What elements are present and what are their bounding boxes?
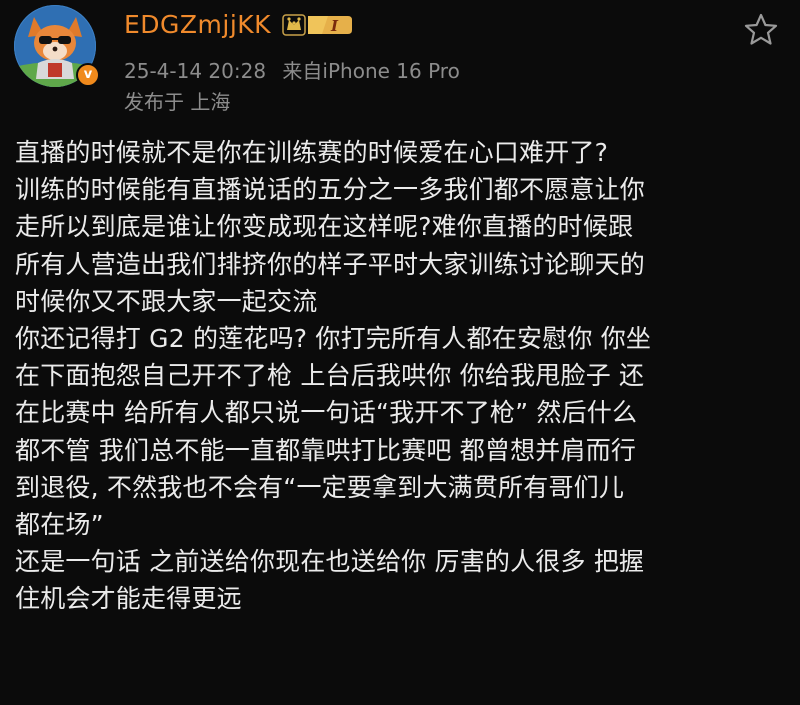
post-text-line: 训练的时候能有直播说话的五分之一多我们都不愿意让你 bbox=[15, 175, 646, 205]
post-text-line: 时候你又不跟大家一起交流 bbox=[15, 286, 318, 316]
post-text-line: 你还记得打 G2 的莲花吗? 你打完所有人都在安慰你 你坐 bbox=[15, 324, 652, 354]
member-level-badge[interactable]: I bbox=[282, 11, 354, 39]
weibo-post: v EDGZmjjKK I 25-4-14 20:28 来自iPhone 16 … bbox=[0, 0, 800, 705]
post-text-line: 住机会才能走得更远 bbox=[15, 584, 242, 614]
post-timestamp: 25-4-14 20:28 bbox=[124, 59, 267, 83]
crown-icon bbox=[282, 14, 306, 36]
post-text-line: 到退役, 不然我也不会有“一定要拿到大满贯所有哥们儿 bbox=[15, 472, 625, 502]
post-meta: 25-4-14 20:28 来自iPhone 16 Pro bbox=[124, 55, 470, 84]
avatar-container[interactable]: v bbox=[14, 5, 100, 91]
verified-badge-icon: v bbox=[76, 63, 100, 87]
member-level-number: I bbox=[330, 17, 339, 35]
post-text-line: 在下面抱怨自己开不了枪 上台后我哄你 你给我甩脸子 还 bbox=[15, 361, 645, 391]
star-outline-icon[interactable] bbox=[743, 12, 779, 48]
username[interactable]: EDGZmjjKK bbox=[124, 10, 271, 39]
post-text-line: 都在场” bbox=[15, 510, 104, 540]
post-text-line: 直播的时候就不是你在训练赛的时候爱在心口难开了? bbox=[15, 138, 609, 167]
post-text-line: 走所以到底是谁让你变成现在这样呢?难你直播的时候跟 bbox=[15, 212, 634, 242]
post-body: 直播的时候就不是你在训练赛的时候爱在心口难开了? 训练的时候能有直播说话的五分之… bbox=[15, 134, 785, 618]
post-text-line: 所有人营造出我们排挤你的样子平时大家训练讨论聊天的 bbox=[15, 249, 646, 279]
post-text-line: 都不管 我们总不能一直都靠哄打比赛吧 都曾想并肩而行 bbox=[15, 435, 637, 465]
post-location: 发布于 上海 bbox=[124, 90, 231, 114]
post-text-line: 还是一句话 之前送给你现在也送给你 厉害的人很多 把握 bbox=[15, 547, 645, 577]
post-source: 来自iPhone 16 Pro bbox=[282, 59, 460, 83]
post-text-line: 在比赛中 给所有人都只说一句话“我开不了枪” 然后什么 bbox=[15, 398, 638, 428]
